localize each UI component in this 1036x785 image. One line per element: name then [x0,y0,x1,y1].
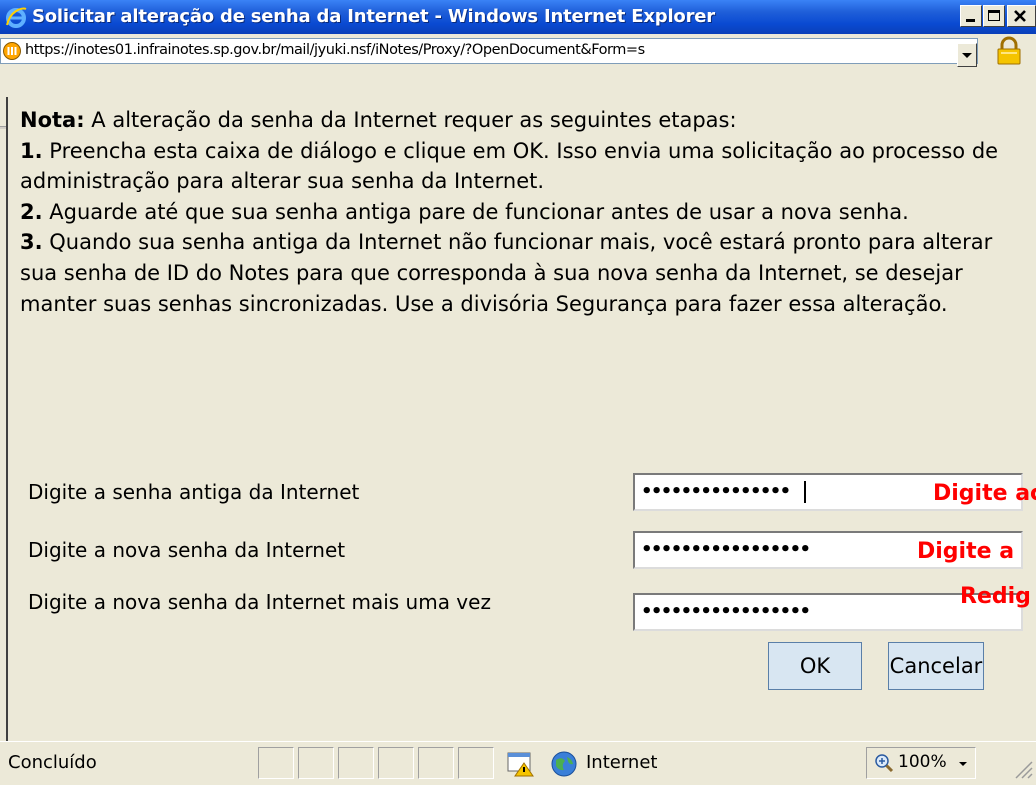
resize-grip-icon[interactable] [1010,756,1034,780]
close-icon [1014,10,1026,22]
zoom-magnifier-icon [875,754,894,773]
status-panel [458,747,494,779]
minimize-button[interactable] [960,5,982,27]
chevron-down-icon [962,53,972,58]
address-dropdown-button[interactable] [957,43,977,67]
status-bar: Concluído Internet 100% [0,741,1036,785]
internet-zone-globe-icon [551,751,577,777]
old-password-label: Digite a senha antiga da Internet [28,480,360,504]
confirm-password-label: Digite a nova senha da Internet mais uma… [28,590,491,614]
maximize-icon [988,10,1000,21]
ok-button[interactable]: OK [768,642,862,690]
maximize-button[interactable] [983,5,1005,27]
internet-explorer-icon [6,7,27,28]
security-lock-button[interactable] [987,36,1031,66]
protected-mode-warning-icon[interactable] [506,751,536,777]
text-caret [803,481,806,503]
instructions-note: Nota: A alteração da senha da Internet r… [20,105,1030,319]
address-bar: https://inotes01.infrainotes.sp.gov.br/m… [0,34,1036,129]
address-field[interactable]: https://inotes01.infrainotes.sp.gov.br/m… [0,38,978,67]
new-password-hint: Digite a [917,539,1015,564]
minimize-icon [966,19,975,22]
zoom-level[interactable]: 100% [898,752,947,772]
status-panel [418,747,454,779]
note-intro: Nota: A alteração da senha da Internet r… [20,108,737,132]
note-step-2: 2. Aguarde até que sua senha antiga pare… [20,199,909,224]
note-step-3: 3. Quando sua senha antiga da Internet n… [20,230,993,316]
new-password-value: ••••••••••••••••• [641,539,811,560]
window-title: Solicitar alteração de senha da Internet… [32,6,715,27]
new-password-label: Digite a nova senha da Internet [28,538,346,562]
confirm-password-hint: Redig [960,584,1031,609]
status-panel [378,747,414,779]
status-text: Concluído [8,752,97,773]
security-zone-text: Internet [586,752,658,773]
status-panel [338,747,374,779]
zoom-dropdown-icon[interactable] [956,756,970,770]
title-bar[interactable]: Solicitar alteração de senha da Internet… [0,0,1036,34]
close-button[interactable] [1007,5,1036,27]
dialog-content: Nota: A alteração da senha da Internet r… [6,97,1036,741]
url-text: https://inotes01.infrainotes.sp.gov.br/m… [25,42,645,58]
old-password-hint: Digite ac [933,481,1036,506]
confirm-password-value: ••••••••••••••••• [641,601,811,622]
old-password-value: ••••••••••••••• [641,481,791,502]
page-icon [3,42,21,60]
cancel-button[interactable]: Cancelar [888,642,984,690]
status-panel [258,747,294,779]
status-panel [298,747,334,779]
note-step-1: 1. Preencha esta caixa de diálogo e cliq… [20,138,999,194]
lock-icon [997,36,1021,65]
